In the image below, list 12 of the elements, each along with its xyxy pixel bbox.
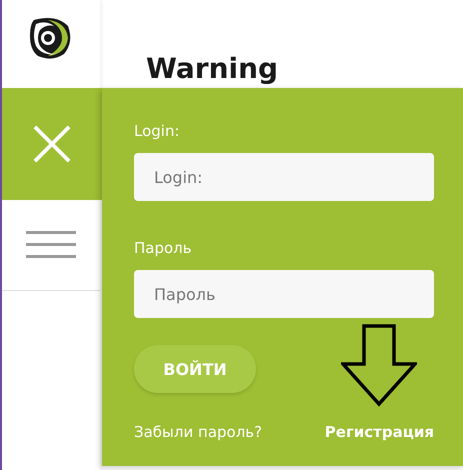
- close-button[interactable]: [2, 88, 102, 200]
- field-label: Login:: [134, 122, 181, 140]
- close-icon: [33, 125, 71, 163]
- register-link[interactable]: Регистрация: [324, 423, 434, 441]
- login-field[interactable]: Login:: [134, 153, 434, 201]
- forgot-password-link[interactable]: Забыли пароль?: [134, 423, 262, 441]
- field-label: Пароль: [134, 239, 193, 257]
- page-heading: Warning: [146, 52, 280, 86]
- password-field[interactable]: Пароль: [134, 270, 434, 318]
- login-button[interactable]: ВОЙТИ: [134, 345, 256, 393]
- arrow-icon: [341, 324, 417, 408]
- menu-icon[interactable]: [26, 231, 76, 259]
